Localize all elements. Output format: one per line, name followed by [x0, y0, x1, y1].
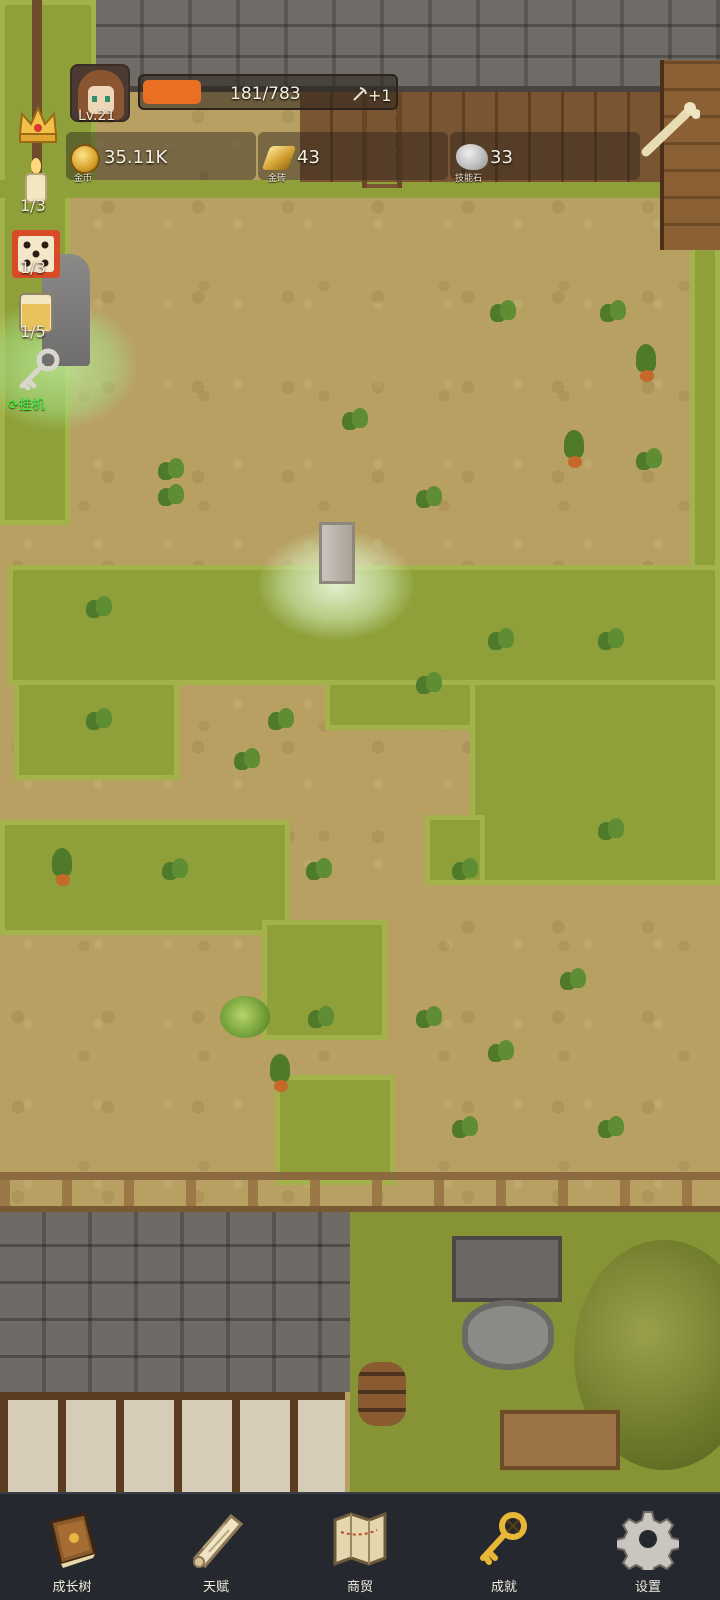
pickaxe-icon [353, 87, 367, 101]
grass-patch [690, 240, 720, 570]
wooden-cart [500, 1410, 620, 1470]
gear-icon [617, 1511, 679, 1570]
house-roof [0, 1212, 350, 1392]
map-icon [333, 1511, 387, 1567]
xp-text: 181/783 [230, 84, 301, 104]
sprout[interactable] [594, 1116, 628, 1146]
gold-coin-value: 35.11K [104, 147, 168, 168]
skill-stone-value: 33 [490, 147, 513, 168]
well-roof [452, 1236, 562, 1302]
ore-stone[interactable] [319, 522, 355, 584]
gold-bar-label: 金砖 [268, 174, 287, 184]
bottom-nav: 成长树 天赋 商贸 成就 设置 [0, 1492, 720, 1600]
grass-patch [325, 680, 475, 730]
nav-settings-label: 设置 [634, 1580, 661, 1595]
sprout[interactable] [302, 858, 336, 888]
carrot-crop[interactable] [260, 1054, 300, 1098]
afk-check-icon: ⟳ [8, 398, 19, 413]
sprout[interactable] [304, 1006, 338, 1036]
sprout[interactable] [448, 858, 482, 888]
sprout[interactable] [82, 596, 116, 626]
player-level: Lv.21 [78, 108, 116, 124]
water-well [462, 1300, 554, 1370]
dice-count: 1/3 [20, 258, 46, 277]
skill-stone-label: 技能石 [455, 174, 483, 184]
bone-weapon-icon[interactable] [640, 100, 700, 160]
carrot-crop[interactable] [554, 430, 594, 474]
candle-count: 1/3 [20, 196, 46, 215]
nav-talent[interactable]: 天赋 [144, 1494, 288, 1600]
sprout[interactable] [484, 628, 518, 658]
scroll-icon [192, 1513, 244, 1569]
sprout[interactable] [594, 628, 628, 658]
sprout[interactable] [632, 448, 666, 478]
xp-bar-fill [143, 80, 201, 104]
book-icon [49, 1512, 97, 1568]
game-world[interactable] [0, 0, 720, 1492]
nav-achievements-label: 成就 [490, 1580, 517, 1595]
carrot-crop[interactable] [42, 848, 82, 892]
sprout[interactable] [556, 968, 590, 998]
sprout[interactable] [230, 748, 264, 778]
sprout[interactable] [412, 486, 446, 516]
skill-stone-icon [456, 144, 488, 170]
wooden-fence [0, 1172, 720, 1212]
sprout[interactable] [264, 708, 298, 738]
sprout[interactable] [158, 858, 192, 888]
sprout[interactable] [412, 1006, 446, 1036]
grass-strip [0, 180, 720, 198]
gold-bar-value: 43 [297, 147, 320, 168]
sprout[interactable] [154, 484, 188, 514]
xp-bonus: +1 [368, 86, 392, 105]
sprout[interactable] [82, 708, 116, 738]
nav-trade[interactable]: 商贸 [288, 1494, 432, 1600]
gold-coin-label: 金币 [74, 174, 93, 184]
afk-label[interactable]: ⟳挂机 [8, 394, 45, 413]
sprout[interactable] [486, 300, 520, 330]
sprout[interactable] [596, 300, 630, 330]
key-icon [480, 1512, 527, 1565]
sprout[interactable] [594, 818, 628, 848]
nav-talent-label: 天赋 [202, 1580, 229, 1595]
sprout[interactable] [448, 1116, 482, 1146]
sprout[interactable] [484, 1040, 518, 1070]
carrot-crop[interactable] [626, 344, 666, 388]
crown-icon[interactable] [14, 100, 62, 148]
sprout[interactable] [338, 408, 372, 438]
sprout[interactable] [412, 672, 446, 702]
house-wall [0, 1392, 345, 1492]
grass-patch [470, 680, 720, 885]
key-icon[interactable] [14, 348, 64, 394]
cabbage-crop[interactable] [220, 996, 270, 1038]
gold-coin-icon [70, 144, 100, 174]
nav-growth-tree-label: 成长树 [52, 1580, 92, 1595]
barrel [358, 1362, 406, 1426]
nav-achievements[interactable]: 成就 [432, 1494, 576, 1600]
nav-growth-tree[interactable]: 成长树 [0, 1494, 144, 1600]
nav-settings[interactable]: 设置 [576, 1494, 720, 1600]
drink-count: 1/5 [20, 322, 46, 341]
nav-trade-label: 商贸 [346, 1580, 373, 1595]
